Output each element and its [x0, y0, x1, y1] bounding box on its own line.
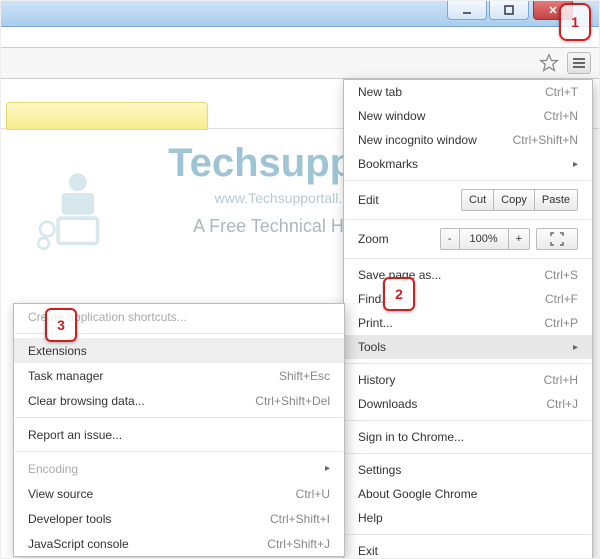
zoom-out-button[interactable]: -: [441, 229, 460, 249]
bookmark-star-icon[interactable]: [539, 53, 559, 73]
menu-signin-label: Sign in to Chrome...: [358, 430, 464, 444]
menu-downloads-label: Downloads: [358, 397, 417, 411]
menu-settings-label: Settings: [358, 463, 401, 477]
menu-history[interactable]: History Ctrl+H: [344, 368, 592, 392]
menu-separator: [345, 420, 591, 421]
menu-exit[interactable]: Exit: [344, 539, 592, 559]
shortcut-text: Ctrl+Shift+Del: [235, 394, 330, 408]
menu-help[interactable]: Help: [344, 506, 592, 530]
browser-toolbar: [1, 47, 599, 79]
menu-separator: [345, 180, 591, 181]
menu-bookmarks-label: Bookmarks: [358, 157, 418, 171]
menu-separator: [15, 451, 343, 452]
tools-js-console[interactable]: JavaScript console Ctrl+Shift+J: [14, 531, 344, 556]
tools-view-source[interactable]: View source Ctrl+U: [14, 481, 344, 506]
tools-encoding-label: Encoding: [28, 462, 78, 476]
shortcut-text: Ctrl+U: [276, 487, 330, 501]
menu-exit-label: Exit: [358, 544, 378, 558]
menu-separator: [345, 453, 591, 454]
menu-new-incognito-label: New incognito window: [358, 133, 477, 147]
menu-separator: [345, 219, 591, 220]
menu-tools-label: Tools: [358, 340, 386, 354]
menu-find[interactable]: Find...Ctrl+F: [344, 287, 592, 311]
menu-separator: [345, 258, 591, 259]
menu-edit-label: Edit: [358, 193, 455, 207]
shortcut-text: Ctrl+P: [524, 316, 578, 330]
menu-signin[interactable]: Sign in to Chrome...: [344, 425, 592, 449]
zoom-level-display: 100%: [460, 229, 509, 249]
shortcut-text: Ctrl+Shift+J: [247, 537, 330, 551]
screenshot-stage: Techsupportall www.Techsupportall.com .c…: [0, 0, 600, 559]
menu-separator: [15, 417, 343, 418]
submenu-arrow-icon: ▸: [573, 159, 578, 170]
menu-downloads[interactable]: Downloads Ctrl+J: [344, 392, 592, 416]
annotation-callout-3: 3: [45, 308, 77, 342]
chrome-menu-button[interactable]: [567, 52, 591, 74]
tools-report-label: Report an issue...: [28, 428, 122, 442]
tools-dev-tools-label: Developer tools: [28, 512, 111, 526]
menu-help-label: Help: [358, 511, 383, 525]
browser-tab[interactable]: [6, 102, 208, 130]
shortcut-text: Ctrl+J: [526, 397, 578, 411]
shortcut-text: Ctrl+N: [524, 109, 578, 123]
menu-save-page[interactable]: Save page as...Ctrl+S: [344, 263, 592, 287]
submenu-arrow-icon: ▸: [573, 342, 578, 353]
menu-new-window[interactable]: New window Ctrl+N: [344, 104, 592, 128]
tools-developer-tools[interactable]: Developer tools Ctrl+Shift+I: [14, 506, 344, 531]
shortcut-text: Shift+Esc: [259, 369, 330, 383]
menu-separator: [345, 534, 591, 535]
menu-separator: [345, 363, 591, 364]
menu-new-tab-label: New tab: [358, 85, 402, 99]
tools-extensions-label: Extensions: [28, 344, 87, 358]
shortcut-text: Ctrl+Shift+I: [250, 512, 330, 526]
edit-paste-button[interactable]: Paste: [535, 190, 577, 210]
menu-edit-row: Edit Cut Copy Paste: [344, 185, 592, 215]
tools-encoding[interactable]: Encoding ▸: [14, 456, 344, 481]
menu-new-tab[interactable]: New tab Ctrl+T: [344, 80, 592, 104]
tools-task-manager[interactable]: Task manager Shift+Esc: [14, 363, 344, 388]
tools-report-issue[interactable]: Report an issue...: [14, 422, 344, 447]
tools-task-manager-label: Task manager: [28, 369, 103, 383]
submenu-arrow-icon: ▸: [325, 463, 330, 474]
tools-clear-browsing-data[interactable]: Clear browsing data... Ctrl+Shift+Del: [14, 388, 344, 413]
edit-cut-button[interactable]: Cut: [462, 190, 494, 210]
zoom-in-button[interactable]: +: [509, 229, 529, 249]
annotation-callout-2: 2: [383, 277, 415, 311]
fullscreen-button[interactable]: [536, 228, 578, 250]
tools-js-console-label: JavaScript console: [28, 537, 129, 551]
menu-print[interactable]: Print... Ctrl+P: [344, 311, 592, 335]
callout-number: 1: [571, 14, 579, 30]
menu-new-window-label: New window: [358, 109, 425, 123]
shortcut-text: Ctrl+S: [524, 268, 578, 282]
shortcut-text: Ctrl+H: [524, 373, 578, 387]
menu-new-tab-shortcut: Ctrl+T: [525, 85, 578, 99]
callout-number: 3: [57, 317, 65, 333]
menu-settings[interactable]: Settings: [344, 458, 592, 482]
window-minimize-button[interactable]: [447, 1, 487, 20]
menu-zoom-label: Zoom: [358, 232, 434, 246]
chrome-main-menu: New tab Ctrl+T New window Ctrl+N New incog…: [343, 79, 593, 559]
window-maximize-button[interactable]: [489, 1, 529, 20]
menu-history-label: History: [358, 373, 395, 387]
menu-new-incognito[interactable]: New incognito window Ctrl+Shift+N: [344, 128, 592, 152]
edit-copy-button[interactable]: Copy: [494, 190, 535, 210]
menu-tools[interactable]: Tools ▸: [344, 335, 592, 359]
tools-view-source-label: View source: [28, 487, 93, 501]
menu-about[interactable]: About Google Chrome: [344, 482, 592, 506]
callout-number: 2: [395, 286, 403, 302]
shortcut-text: Ctrl+F: [525, 292, 578, 306]
menu-about-label: About Google Chrome: [358, 487, 477, 501]
shortcut-text: Ctrl+Shift+N: [493, 133, 578, 147]
tools-clear-data-label: Clear browsing data...: [28, 394, 145, 408]
menu-zoom-row: Zoom - 100% +: [344, 224, 592, 254]
menu-bookmarks[interactable]: Bookmarks ▸: [344, 152, 592, 176]
annotation-callout-1: 1: [559, 3, 591, 41]
menu-print-label: Print...: [358, 316, 393, 330]
